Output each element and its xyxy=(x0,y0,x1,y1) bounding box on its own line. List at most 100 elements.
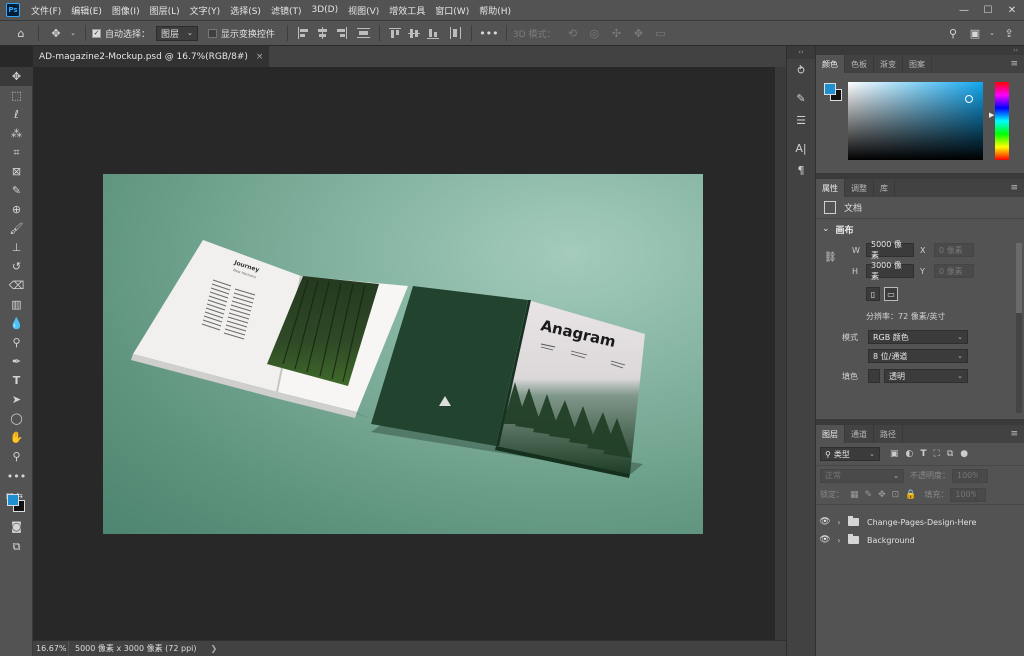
fill-dropdown[interactable] xyxy=(976,487,987,502)
align-left-icon[interactable] xyxy=(297,27,310,39)
tab-channels[interactable]: 通道 xyxy=(845,425,874,443)
app-logo[interactable]: Ps xyxy=(6,3,20,17)
more-tools-icon[interactable]: ••• xyxy=(0,467,33,486)
lasso-tool-icon[interactable]: ℓ xyxy=(0,105,33,124)
brush-tool-icon[interactable]: 🖌 xyxy=(0,219,33,238)
auto-select-dropdown[interactable]: 图层 ⌄ xyxy=(156,25,198,41)
mode-dropdown[interactable]: RGB 颜色 ⌄ xyxy=(868,330,968,344)
layer-row[interactable]: 👁 › Background xyxy=(816,531,1024,549)
align-top-icon[interactable] xyxy=(388,27,402,39)
character-panel-icon[interactable]: A| xyxy=(787,137,815,159)
tab-adjustments[interactable]: 调整 xyxy=(845,179,874,197)
dodge-tool-icon[interactable]: ⚲ xyxy=(0,333,33,352)
panel-expand-icon[interactable]: ›› xyxy=(816,46,1024,55)
screen-mode-icon[interactable]: ⧉ xyxy=(0,537,33,556)
layer-row[interactable]: 👁 › Change-Pages-Design-Here xyxy=(816,513,1024,531)
home-icon[interactable]: ⌂ xyxy=(12,24,30,42)
menu-edit[interactable]: 编辑(E) xyxy=(66,4,107,17)
menu-image[interactable]: 图像(I) xyxy=(107,4,145,17)
menu-help[interactable]: 帮助(H) xyxy=(474,4,516,17)
3d-roll-icon[interactable]: ◎ xyxy=(585,24,603,42)
show-transform-checkbox[interactable] xyxy=(207,28,217,38)
opacity-dropdown[interactable] xyxy=(978,468,988,483)
3d-camera-icon[interactable]: ▭ xyxy=(651,24,669,42)
share-icon[interactable]: ⇪ xyxy=(1000,24,1018,42)
bit-depth-dropdown[interactable]: 8 位/通道 ⌄ xyxy=(868,349,968,363)
brush-settings-icon[interactable]: ✎ xyxy=(787,87,815,109)
status-menu-arrow[interactable]: ❯ xyxy=(211,644,218,653)
chevron-right-icon[interactable]: › xyxy=(834,536,844,545)
gradient-tool-icon[interactable]: ▥ xyxy=(0,295,33,314)
menu-plugins[interactable]: 增效工具 xyxy=(384,4,430,17)
canvas-section-header[interactable]: ⌄ 画布 xyxy=(816,219,1024,239)
menu-file[interactable]: 文件(F) xyxy=(26,4,66,17)
3d-pan-icon[interactable]: ✣ xyxy=(607,24,625,42)
search-icon[interactable]: ⚲ xyxy=(944,24,962,42)
tab-gradients[interactable]: 渐变 xyxy=(874,55,903,73)
document-tab[interactable]: AD-magazine2-Mockup.psd @ 16.7%(RGB/8#) … xyxy=(33,46,270,67)
menu-window[interactable]: 窗口(W) xyxy=(430,4,474,17)
history-brush-tool-icon[interactable]: ↺ xyxy=(0,257,33,276)
link-icon[interactable]: ⛓ xyxy=(824,252,837,263)
width-input[interactable]: 5000 像素 xyxy=(866,240,914,260)
align-center-h-icon[interactable] xyxy=(316,27,329,39)
fill-swatch[interactable] xyxy=(868,369,880,383)
layer-filter-dropdown[interactable]: ⚲ 类型 ⌄ xyxy=(820,447,880,461)
close-tab-icon[interactable]: × xyxy=(256,52,264,62)
pen-tool-icon[interactable]: ✒ xyxy=(0,352,33,371)
fill-input[interactable]: 100% xyxy=(950,487,978,502)
distribute-icon[interactable] xyxy=(356,27,370,39)
lock-all-icon[interactable]: 🔒 xyxy=(905,490,916,500)
filter-smart-object-icon[interactable]: ⧉ xyxy=(947,449,953,459)
paragraph-panel-icon[interactable]: ¶ xyxy=(787,159,815,181)
opacity-input[interactable]: 100% xyxy=(952,468,980,483)
vertical-scrollbar[interactable] xyxy=(774,67,786,640)
adjustments-icon[interactable]: ☰ xyxy=(787,109,815,131)
panel-menu-icon[interactable]: ≡ xyxy=(1010,59,1018,69)
scroll-thumb[interactable] xyxy=(1016,243,1022,313)
panel-menu-icon[interactable]: ≡ xyxy=(1010,429,1018,439)
ellipse-tool-icon[interactable]: ◯ xyxy=(0,409,33,428)
menu-type[interactable]: 文字(Y) xyxy=(185,4,226,17)
magic-wand-tool-icon[interactable]: ⁂ xyxy=(0,124,33,143)
filter-type-icon[interactable]: T xyxy=(920,449,926,459)
move-tool-icon[interactable]: ✥ xyxy=(0,67,33,86)
menu-filter[interactable]: 滤镜(T) xyxy=(266,4,307,17)
path-selection-tool-icon[interactable]: ➤ xyxy=(0,390,33,409)
chevron-right-icon[interactable]: › xyxy=(834,518,844,527)
menu-layer[interactable]: 图层(L) xyxy=(145,4,185,17)
hue-slider[interactable] xyxy=(995,82,1009,160)
height-input[interactable]: 3000 像素 xyxy=(866,261,914,281)
fill-dropdown[interactable]: 透明 ⌄ xyxy=(884,369,968,383)
visibility-eye-icon[interactable]: 👁 xyxy=(816,535,834,545)
blur-tool-icon[interactable]: 💧 xyxy=(0,314,33,333)
foreground-color-swatch[interactable] xyxy=(824,83,836,95)
crop-tool-icon[interactable]: ⌗ xyxy=(0,143,33,162)
filter-pixel-icon[interactable]: ▣ xyxy=(890,449,899,459)
filter-toggle-icon[interactable]: ● xyxy=(960,449,968,459)
healing-brush-tool-icon[interactable]: ⊕ xyxy=(0,200,33,219)
3d-slide-icon[interactable]: ✥ xyxy=(629,24,647,42)
align-middle-v-icon[interactable] xyxy=(407,27,421,39)
quick-mask-icon[interactable]: ◙ xyxy=(0,517,33,536)
eraser-tool-icon[interactable]: ⌫ xyxy=(0,276,33,295)
minimize-button[interactable]: — xyxy=(952,0,976,21)
layer-name[interactable]: Change-Pages-Design-Here xyxy=(867,518,976,527)
zoom-level[interactable]: 16.67% xyxy=(33,640,69,656)
workspace-icon[interactable]: ▣ xyxy=(966,24,984,42)
history-panel-icon[interactable]: ⥁ xyxy=(787,59,815,81)
filter-adjustment-icon[interactable]: ◐ xyxy=(906,449,914,459)
menu-select[interactable]: 选择(S) xyxy=(225,4,266,17)
type-tool-icon[interactable]: T xyxy=(0,371,33,390)
landscape-orientation-icon[interactable]: ▭ xyxy=(884,287,898,301)
lock-artboard-icon[interactable]: ⊡ xyxy=(892,490,900,500)
y-input[interactable]: 0 像素 xyxy=(934,264,974,278)
color-picker-field[interactable] xyxy=(848,82,983,160)
align-bottom-icon[interactable] xyxy=(426,27,440,39)
chevron-down-icon[interactable]: ⌄ xyxy=(988,24,996,42)
lock-position-icon[interactable]: ✥ xyxy=(878,490,886,500)
tab-swatches[interactable]: 色板 xyxy=(845,55,874,73)
move-tool-icon[interactable]: ✥ xyxy=(47,24,65,42)
blend-mode-dropdown[interactable]: 正常 ⌄ xyxy=(820,468,904,483)
align-right-icon[interactable] xyxy=(335,27,348,39)
